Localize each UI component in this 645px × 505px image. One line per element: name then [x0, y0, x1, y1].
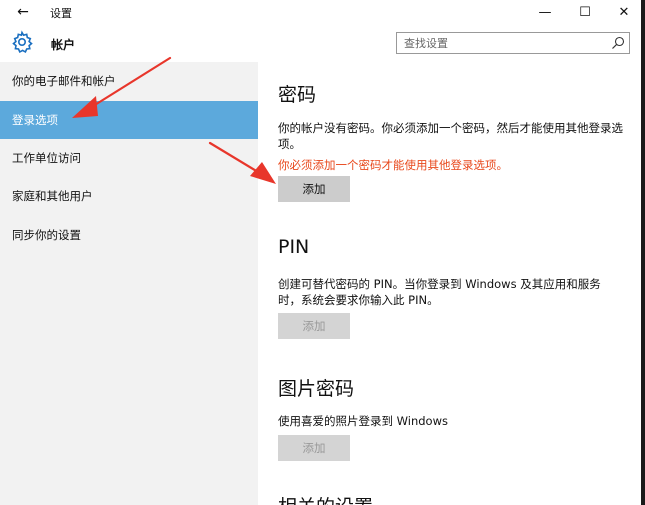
minimize-icon[interactable]: — [525, 0, 565, 24]
sidebar-item-label: 工作单位访问 [12, 151, 81, 165]
app-title: 设置 [50, 7, 72, 20]
sidebar-item-label: 登录选项 [12, 113, 58, 127]
password-description: 你的帐户没有密码。你必须添加一个密码，然后才能使用其他登录选项。 [278, 121, 623, 151]
search-input[interactable] [397, 33, 604, 53]
main-content: 密码 你的帐户没有密码。你必须添加一个密码，然后才能使用其他登录选项。 你必须添… [258, 62, 641, 505]
sidebar-item-work-access[interactable]: 工作单位访问 [0, 139, 258, 177]
page-header: 帐户 [0, 24, 641, 62]
password-warning: 你必须添加一个密码才能使用其他登录选项。 [278, 158, 508, 172]
add-picture-password-button[interactable]: 添加 [278, 435, 350, 461]
sidebar-item-label: 你的电子邮件和帐户 [12, 74, 116, 88]
maximize-icon[interactable]: ☐ [565, 0, 605, 24]
back-arrow-icon[interactable]: ← [10, 2, 36, 22]
sidebar-nav: 你的电子邮件和帐户 登录选项 工作单位访问 家庭和其他用户 同步你的设置 [0, 62, 258, 505]
close-icon[interactable]: ✕ [604, 0, 644, 24]
add-pin-button[interactable]: 添加 [278, 313, 350, 339]
add-password-button[interactable]: 添加 [278, 176, 350, 202]
sidebar-item-label: 家庭和其他用户 [12, 189, 93, 203]
picture-password-description: 使用喜爱的照片登录到 Windows [278, 414, 448, 428]
picture-password-heading: 图片密码 [278, 378, 355, 400]
sidebar-item-label: 同步你的设置 [12, 228, 81, 242]
sidebar-item-family-users[interactable]: 家庭和其他用户 [0, 177, 258, 215]
related-settings-heading: 相关的设置 [278, 492, 373, 505]
pin-heading: PIN [278, 236, 310, 258]
gear-icon [12, 30, 33, 54]
title-bar: ← 设置 — ☐ ✕ [0, 0, 641, 24]
sidebar-item-sign-in-options[interactable]: 登录选项 [0, 101, 258, 139]
password-heading: 密码 [278, 84, 317, 106]
search-icon[interactable] [611, 36, 625, 50]
settings-window: ← 设置 — ☐ ✕ 帐户 你的电子邮件和帐户 登录选项 [0, 0, 645, 505]
pin-description: 创建可替代密码的 PIN。当你登录到 Windows 及其应用和服务时，系统会要… [278, 277, 601, 307]
sidebar-item-email-accounts[interactable]: 你的电子邮件和帐户 [0, 62, 258, 100]
page-title: 帐户 [51, 38, 76, 52]
sidebar-item-sync-settings[interactable]: 同步你的设置 [0, 216, 258, 254]
search-box[interactable] [396, 32, 630, 54]
